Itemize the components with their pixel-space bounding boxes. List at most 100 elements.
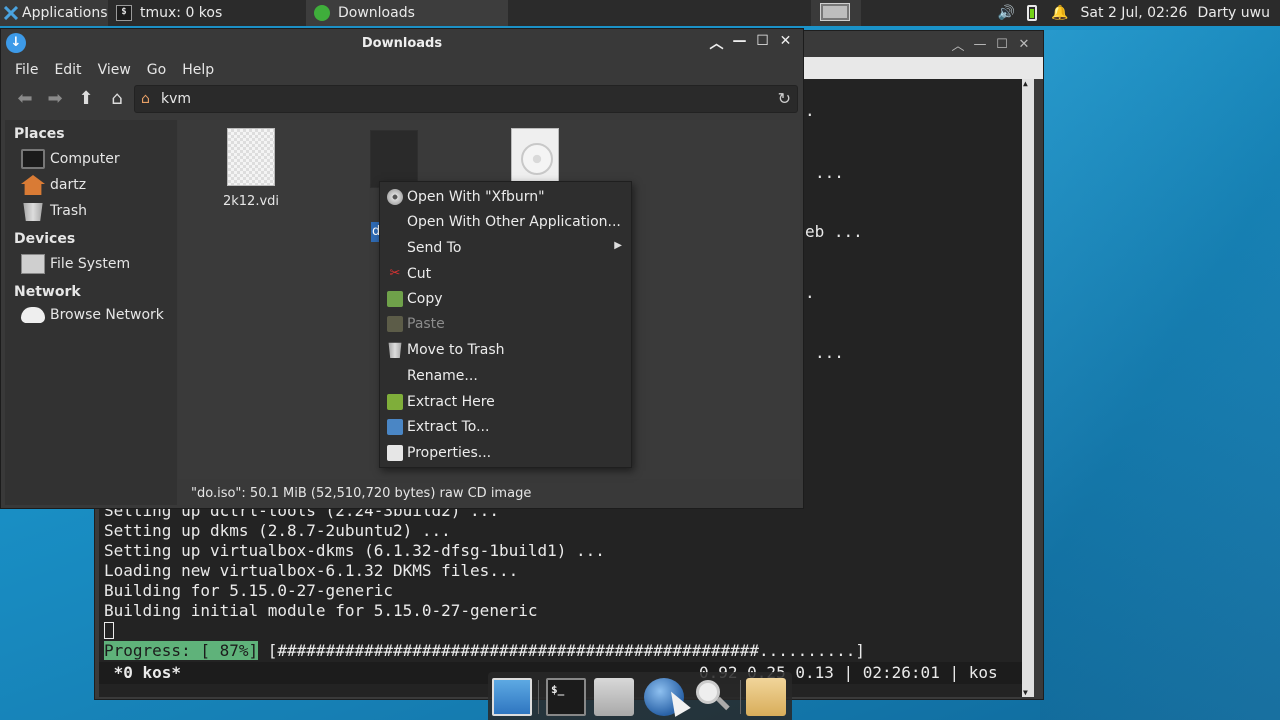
menu-item-label: Open With Other Application...: [407, 214, 621, 230]
taskbar-item-tmux[interactable]: $ tmux: 0 kos: [108, 0, 306, 26]
menu-edit[interactable]: Edit: [46, 62, 89, 78]
terminal-menubar: [803, 57, 1043, 79]
menu-help[interactable]: Help: [174, 62, 222, 78]
disk-image-icon: [227, 128, 275, 186]
window-title: Downloads: [361, 35, 443, 51]
file-manager-icon[interactable]: [594, 678, 634, 716]
up-arrow-icon[interactable]: ⬆: [74, 88, 98, 110]
menu-item-label: Properties...: [407, 445, 492, 461]
clock[interactable]: Sat 2 Jul, 02:26: [1081, 5, 1188, 21]
user-menu[interactable]: Darty uwu: [1197, 5, 1270, 21]
taskbar-item-label: tmux: 0 kos: [140, 5, 223, 21]
dock-separator: [538, 680, 539, 714]
terminal-fragment: .: [805, 101, 815, 120]
applications-menu-button[interactable]: Applications: [0, 0, 108, 26]
shade-button[interactable]: ︿: [705, 33, 728, 53]
menubar: File Edit View Go Help: [1, 57, 803, 83]
sidebar-item-filesystem[interactable]: File System: [21, 254, 130, 274]
menu-go[interactable]: Go: [139, 62, 174, 78]
download-icon: [314, 5, 330, 21]
sidebar-item-home[interactable]: dartz: [21, 175, 86, 195]
volume-icon[interactable]: 🔊: [998, 5, 1015, 21]
back-arrow-icon[interactable]: ⬅: [13, 88, 37, 110]
terminal-line: Setting up virtualbox-dkms (6.1.32-dfsg-…: [104, 541, 605, 560]
terminal-fragment: ...: [815, 343, 844, 362]
desktop-icon[interactable]: [492, 678, 532, 716]
scissors-icon: ✂: [389, 266, 401, 281]
sidebar-item-computer[interactable]: Computer: [21, 149, 120, 169]
close-icon[interactable]: ✕: [1013, 37, 1035, 52]
file-item-vdi[interactable]: 2k12.vdi: [211, 128, 291, 209]
file-icon: [370, 130, 418, 188]
menu-item-label: Move to Trash: [407, 342, 505, 358]
menu-item-label: Send To: [407, 240, 462, 256]
menu-view[interactable]: View: [90, 62, 139, 78]
file-item-iso[interactable]: [495, 128, 575, 186]
file-manager-titlebar: ↓ Downloads ︿ — ☐ ✕: [1, 29, 803, 57]
sidebar-item-trash[interactable]: Trash: [21, 201, 87, 221]
sidebar-header-places: Places: [14, 126, 65, 142]
folder-icon[interactable]: [746, 678, 786, 716]
disc-icon: [387, 189, 403, 205]
menu-item-copy[interactable]: Copy: [380, 287, 631, 311]
show-desktop-button[interactable]: [811, 0, 861, 26]
download-icon: ↓: [6, 33, 26, 53]
sidebar-item-label: File System: [50, 256, 131, 272]
terminal-line: Building for 5.15.0-27-generic: [104, 581, 393, 600]
sidebar: Places Computer dartz Trash Devices File…: [5, 120, 177, 505]
terminal-line: Building initial module for 5.15.0-27-ge…: [104, 601, 538, 620]
menu-item-extract-to[interactable]: Extract To...: [380, 415, 631, 439]
drive-icon: [21, 254, 45, 274]
minimize-button[interactable]: —: [728, 33, 751, 53]
menu-item-label: Extract To...: [407, 419, 490, 435]
menu-item-open-with-xfburn[interactable]: Open With "Xfburn": [380, 185, 631, 209]
dock-separator: [740, 680, 741, 714]
terminal-fragment: ...: [815, 163, 844, 182]
menu-item-move-to-trash[interactable]: Move to Trash: [380, 338, 631, 362]
toolbar: ⬅ ➡ ⬆ ⌂ ⌂ kvm ↻: [1, 83, 803, 115]
menu-item-rename[interactable]: Rename...: [380, 364, 631, 388]
search-icon[interactable]: [692, 678, 732, 716]
file-name: 2k12.vdi: [222, 194, 280, 209]
properties-icon: [387, 445, 403, 461]
top-panel: Applications $ tmux: 0 kos Downloads 🔊 🔔…: [0, 0, 1280, 26]
menu-item-properties[interactable]: Properties...: [380, 441, 631, 465]
battery-icon[interactable]: [1027, 5, 1038, 21]
xfce-logo-icon: [3, 5, 19, 21]
menu-item-cut[interactable]: ✂ Cut: [380, 262, 631, 286]
taskbar-item-label: Downloads: [338, 5, 415, 21]
maximize-icon[interactable]: ☐: [991, 37, 1013, 52]
folder-home-icon: ⌂: [141, 91, 150, 107]
menu-item-paste: Paste: [380, 312, 631, 336]
progress-label: Progress: [ 87%]: [104, 641, 259, 660]
file-item-dark[interactable]: [354, 130, 434, 188]
close-button[interactable]: ✕: [774, 33, 797, 53]
menu-item-send-to[interactable]: Send To ▶: [380, 236, 631, 260]
menu-file[interactable]: File: [7, 62, 46, 78]
reload-icon[interactable]: ↻: [778, 89, 791, 108]
dock: $_: [488, 672, 792, 720]
taskbar-item-downloads[interactable]: Downloads: [306, 0, 508, 26]
sidebar-header-network: Network: [14, 284, 81, 300]
sidebar-item-label: Trash: [50, 203, 87, 219]
location-bar[interactable]: ⌂ kvm ↻: [134, 85, 798, 113]
menu-item-label: Open With "Xfburn": [407, 189, 545, 205]
sidebar-item-label: dartz: [50, 177, 87, 193]
minimize-icon[interactable]: —: [969, 37, 991, 52]
sidebar-header-devices: Devices: [14, 231, 76, 247]
menu-item-label: Extract Here: [407, 394, 495, 410]
terminal-icon[interactable]: $_: [546, 678, 586, 716]
maximize-up-icon[interactable]: ︿: [947, 35, 969, 54]
copy-icon: [387, 291, 403, 307]
maximize-button[interactable]: ☐: [751, 33, 774, 53]
sidebar-item-label: Computer: [50, 151, 120, 167]
sidebar-item-browse-network[interactable]: Browse Network: [21, 307, 164, 323]
menu-item-open-with-other[interactable]: Open With Other Application...: [380, 210, 631, 234]
terminal-line: Setting up dkms (2.8.7-2ubuntu2) ...: [104, 521, 451, 540]
menu-item-extract-here[interactable]: Extract Here: [380, 390, 631, 414]
terminal-scrollbar[interactable]: [1022, 79, 1034, 697]
forward-arrow-icon[interactable]: ➡: [43, 88, 67, 110]
wallpaper: [1040, 30, 1280, 720]
home-icon[interactable]: ⌂: [105, 88, 129, 110]
notification-bell-icon[interactable]: 🔔: [1051, 5, 1068, 21]
